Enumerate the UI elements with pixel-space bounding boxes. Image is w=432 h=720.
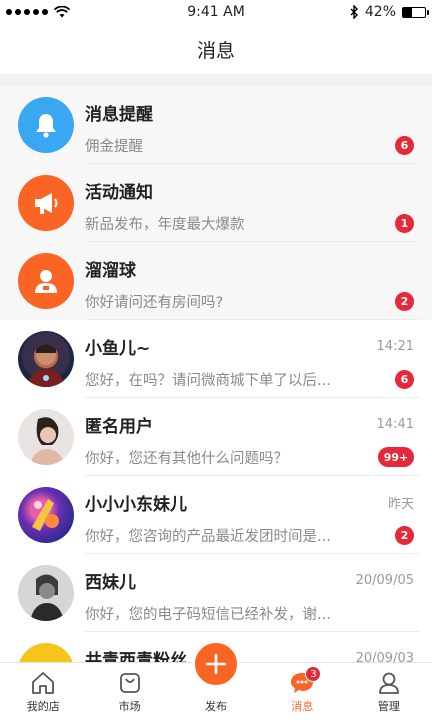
- house-icon: [32, 672, 55, 694]
- message-time: 20/09/05: [355, 572, 414, 588]
- avatar: [18, 565, 74, 621]
- tab-messages[interactable]: 3 消息: [259, 663, 345, 720]
- wifi-icon: [54, 6, 70, 18]
- battery-icon: [402, 6, 429, 18]
- avatar: [18, 409, 74, 465]
- tab-label: 市场: [118, 700, 141, 713]
- message-time: 14:41: [376, 416, 414, 432]
- avatar: [18, 487, 74, 543]
- status-time: 9:41 AM: [187, 4, 245, 20]
- tab-badge: 3: [305, 666, 322, 682]
- plus-icon: [205, 653, 227, 675]
- message-preview: 您好，在吗？请问微商城下单了以后...: [85, 372, 331, 389]
- tab-label: 消息: [291, 700, 314, 713]
- unread-badge: 2: [395, 291, 414, 311]
- tab-label: 管理: [377, 700, 400, 713]
- message-list: 消息提醒 佣金提醒 6 活动通知 新品发布，年度最大爆款 1 溜溜球 你好请问还有房…: [0, 86, 432, 710]
- person-icon: [378, 672, 399, 694]
- message-item-ximeier[interactable]: 西妹儿 20/09/05 你好，您的电子码短信已经补发，谢...: [0, 554, 432, 632]
- shopping-bag-icon: [119, 673, 140, 693]
- unread-badge: 1: [395, 213, 414, 233]
- contact-name: 消息提醒: [85, 104, 153, 125]
- message-item-liuliuqiu[interactable]: 溜溜球 你好请问还有房间吗? 2: [0, 242, 432, 320]
- tab-publish[interactable]: 发布: [173, 641, 259, 720]
- contact-name: 匿名用户: [85, 416, 153, 437]
- battery-percent: 42%: [364, 4, 396, 20]
- contact-name: 西妹儿: [85, 572, 136, 593]
- tab-manage[interactable]: 管理: [346, 663, 432, 720]
- message-preview: 你好，您的电子码短信已经补发，谢...: [85, 606, 331, 623]
- message-preview: 新品发布，年度最大爆款: [85, 216, 245, 233]
- megaphone-icon: [18, 175, 74, 231]
- avatar: [18, 331, 74, 387]
- message-item-reminder[interactable]: 消息提醒 佣金提醒 6: [0, 86, 432, 164]
- unread-badge: 2: [395, 525, 414, 545]
- message-item-xiaoxiaodongmeier[interactable]: 小小小东妹儿 昨天 你好，您咨询的产品最近发团时间是... 2: [0, 476, 432, 554]
- tab-label: 我的店: [26, 700, 60, 713]
- message-time: 14:21: [376, 338, 414, 354]
- header: 消息: [0, 24, 432, 74]
- unread-badge: 6: [395, 369, 414, 389]
- tab-my-store[interactable]: 我的店: [0, 663, 86, 720]
- page-title: 消息: [196, 39, 235, 62]
- tab-bar: 我的店 市场 发布 3 消息 管理: [0, 641, 432, 720]
- message-time: 昨天: [387, 496, 414, 512]
- message-preview: 你好，您还有其他什么问题吗？: [85, 450, 288, 467]
- message-preview: 你好，您咨询的产品最近发团时间是...: [85, 528, 331, 545]
- user-icon: [18, 253, 74, 309]
- message-item-anonymous[interactable]: 匿名用户 14:41 你好，您还有其他什么问题吗？ 99+: [0, 398, 432, 476]
- unread-badge: 6: [395, 135, 414, 155]
- contact-name: 小小小东妹儿: [85, 494, 187, 515]
- contact-name: 溜溜球: [85, 260, 136, 281]
- bluetooth-icon: [350, 5, 358, 19]
- contact-name: 活动通知: [85, 182, 153, 203]
- signal-icon: [6, 9, 48, 15]
- message-preview: 佣金提醒: [85, 138, 143, 155]
- message-preview: 你好请问还有房间吗?: [85, 294, 224, 311]
- status-right: 42%: [350, 4, 429, 20]
- tab-market[interactable]: 市场: [86, 663, 172, 720]
- status-bar: 9:41 AM 42%: [0, 0, 432, 24]
- contact-name: 小鱼儿~: [85, 338, 151, 359]
- message-item-xiaoyuer[interactable]: 小鱼儿~ 14:21 您好，在吗？请问微商城下单了以后... 6: [0, 320, 432, 398]
- status-left: [6, 6, 70, 18]
- publish-button[interactable]: [193, 641, 240, 687]
- message-item-activity[interactable]: 活动通知 新品发布，年度最大爆款 1: [0, 164, 432, 242]
- tab-label: 发布: [205, 700, 228, 713]
- header-divider: [0, 74, 432, 86]
- bell-icon: [18, 97, 74, 153]
- unread-badge: 99+: [378, 447, 414, 467]
